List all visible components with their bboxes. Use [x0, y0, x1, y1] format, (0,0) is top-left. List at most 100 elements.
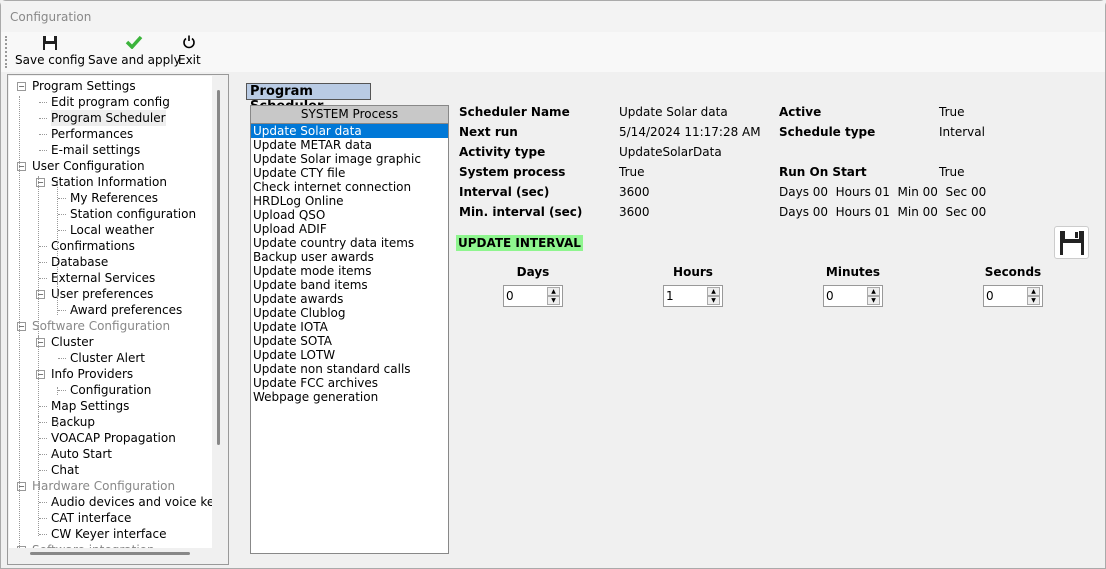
spinner-buttons[interactable]: ▲ ▼	[1027, 287, 1040, 305]
run-on-start-label: Run On Start	[779, 165, 867, 179]
days-spinner[interactable]: ▲▼	[503, 285, 563, 307]
tree-item[interactable]: Station Information	[51, 174, 167, 190]
tree-connector	[39, 502, 47, 503]
tree-item[interactable]: Station configuration	[70, 206, 196, 222]
process-list-item[interactable]: Update awards	[251, 292, 448, 306]
tree-item[interactable]: Program Scheduler	[51, 110, 166, 126]
tree-item[interactable]: Auto Start	[51, 446, 112, 462]
process-list-item[interactable]: Update Clublog	[251, 306, 448, 320]
process-list-item[interactable]: Check internet connection	[251, 180, 448, 194]
tree-item[interactable]: CAT interface	[51, 510, 131, 526]
window-title: Configuration	[10, 10, 92, 24]
minutes-input[interactable]	[826, 289, 866, 303]
process-list-item[interactable]: Webpage generation	[251, 390, 448, 404]
tree-connector	[58, 230, 66, 231]
exit-button[interactable]: Exit	[178, 35, 201, 67]
tree-item[interactable]: Database	[51, 254, 108, 270]
tree-connector	[39, 406, 47, 407]
min-interval-breakdown: Days 00 Hours 01 Min 00 Sec 00	[779, 205, 987, 219]
process-list-item[interactable]: HRDLog Online	[251, 194, 448, 208]
toolbar-grip[interactable]	[5, 36, 7, 68]
tree-item[interactable]: Performances	[51, 126, 133, 142]
tree-connector	[39, 518, 47, 519]
save-config-button[interactable]: Save config	[15, 35, 85, 67]
process-list-item[interactable]: Upload ADIF	[251, 222, 448, 236]
tree-connector	[39, 118, 47, 119]
process-list-item[interactable]: Upload QSO	[251, 208, 448, 222]
save-interval-button[interactable]	[1054, 226, 1089, 259]
tree-item[interactable]: Configuration	[70, 382, 151, 398]
tree-item[interactable]: Edit program config	[51, 94, 170, 110]
tree-item[interactable]: User Configuration	[32, 158, 145, 174]
spinner-buttons[interactable]: ▲ ▼	[707, 287, 720, 305]
days-input[interactable]	[506, 289, 546, 303]
save-and-apply-button[interactable]: Save and apply	[88, 35, 181, 67]
process-list-item[interactable]: Backup user awards	[251, 250, 448, 264]
minutes-spinner[interactable]: ▲▼	[823, 285, 883, 307]
checkmark-icon	[88, 35, 181, 53]
process-list-item[interactable]: Update FCC archives	[251, 376, 448, 390]
tree-item[interactable]: Hardware Configuration	[32, 478, 175, 494]
seconds-label: Seconds	[984, 265, 1042, 279]
spin-up-icon[interactable]: ▲	[867, 287, 880, 296]
tree-item[interactable]: Software integration	[32, 542, 155, 548]
configuration-window: Configuration Save config Save and apply…	[0, 0, 1106, 569]
spinner-buttons[interactable]: ▲ ▼	[547, 287, 560, 305]
tree-connector	[58, 214, 66, 215]
process-list-item[interactable]: Update band items	[251, 278, 448, 292]
tree-item[interactable]: User preferences	[51, 286, 153, 302]
tree-item[interactable]: Map Settings	[51, 398, 129, 414]
tree-connector	[39, 454, 47, 455]
process-list-item[interactable]: Update country data items	[251, 236, 448, 250]
process-list-header[interactable]: SYSTEM Process	[251, 106, 448, 124]
tree-item[interactable]: My References	[70, 190, 158, 206]
tree-item[interactable]: E-mail settings	[51, 142, 140, 158]
process-list-item[interactable]: Update LOTW	[251, 348, 448, 362]
process-list-item[interactable]: Update Solar image graphic	[251, 152, 448, 166]
process-list-item[interactable]: Update mode items	[251, 264, 448, 278]
tree-item[interactable]: CW Keyer interface	[51, 526, 166, 542]
tree-item[interactable]: Audio devices and voice keyer	[51, 494, 212, 510]
process-list-item[interactable]: Update non standard calls	[251, 362, 448, 376]
process-list-item[interactable]: Update Solar data	[251, 124, 448, 138]
spin-down-icon[interactable]: ▼	[867, 296, 880, 305]
spin-down-icon[interactable]: ▼	[707, 296, 720, 305]
tree-item[interactable]: Cluster Alert	[70, 350, 145, 366]
tree-vertical-scrollbar[interactable]	[217, 90, 220, 445]
tree-connector	[19, 96, 20, 548]
seconds-input[interactable]	[986, 289, 1026, 303]
tree-item[interactable]: Info Providers	[51, 366, 133, 382]
tree-connector	[39, 102, 47, 103]
process-list-item[interactable]: Update IOTA	[251, 320, 448, 334]
active-label: Active	[779, 105, 822, 119]
minutes-label: Minutes	[825, 265, 881, 279]
seconds-spinner[interactable]: ▲▼	[983, 285, 1043, 307]
tree-connector	[58, 198, 66, 199]
tree-item[interactable]: Software Configuration	[32, 318, 170, 334]
tree-connector	[57, 419, 58, 427]
collapse-toggle-icon[interactable]: −	[17, 82, 26, 91]
tree-horizontal-scrollbar[interactable]	[30, 552, 190, 555]
min-interval-value: 3600	[619, 205, 650, 219]
spin-up-icon[interactable]: ▲	[1027, 287, 1040, 296]
tree-item[interactable]: External Services	[51, 270, 155, 286]
spin-up-icon[interactable]: ▲	[707, 287, 720, 296]
activity-type-value: UpdateSolarData	[619, 145, 722, 159]
tree-item[interactable]: Local weather	[70, 222, 154, 238]
tree-item[interactable]: Award preferences	[70, 302, 182, 318]
tree-item[interactable]: VOACAP Propagation	[51, 430, 176, 446]
process-list-item[interactable]: Update SOTA	[251, 334, 448, 348]
hours-input[interactable]	[666, 289, 706, 303]
tree-item[interactable]: Cluster	[51, 334, 94, 350]
process-list-item[interactable]: Update CTY file	[251, 166, 448, 180]
spin-up-icon[interactable]: ▲	[547, 287, 560, 296]
spin-down-icon[interactable]: ▼	[1027, 296, 1040, 305]
tree-item[interactable]: Chat	[51, 462, 79, 478]
tree-item[interactable]: Program Settings	[32, 78, 136, 94]
process-list-item[interactable]: Update METAR data	[251, 138, 448, 152]
spinner-buttons[interactable]: ▲ ▼	[867, 287, 880, 305]
tree-item[interactable]: Confirmations	[51, 238, 135, 254]
hours-spinner[interactable]: ▲▼	[663, 285, 723, 307]
spin-down-icon[interactable]: ▼	[547, 296, 560, 305]
scheduler-name-label: Scheduler Name	[459, 105, 570, 119]
